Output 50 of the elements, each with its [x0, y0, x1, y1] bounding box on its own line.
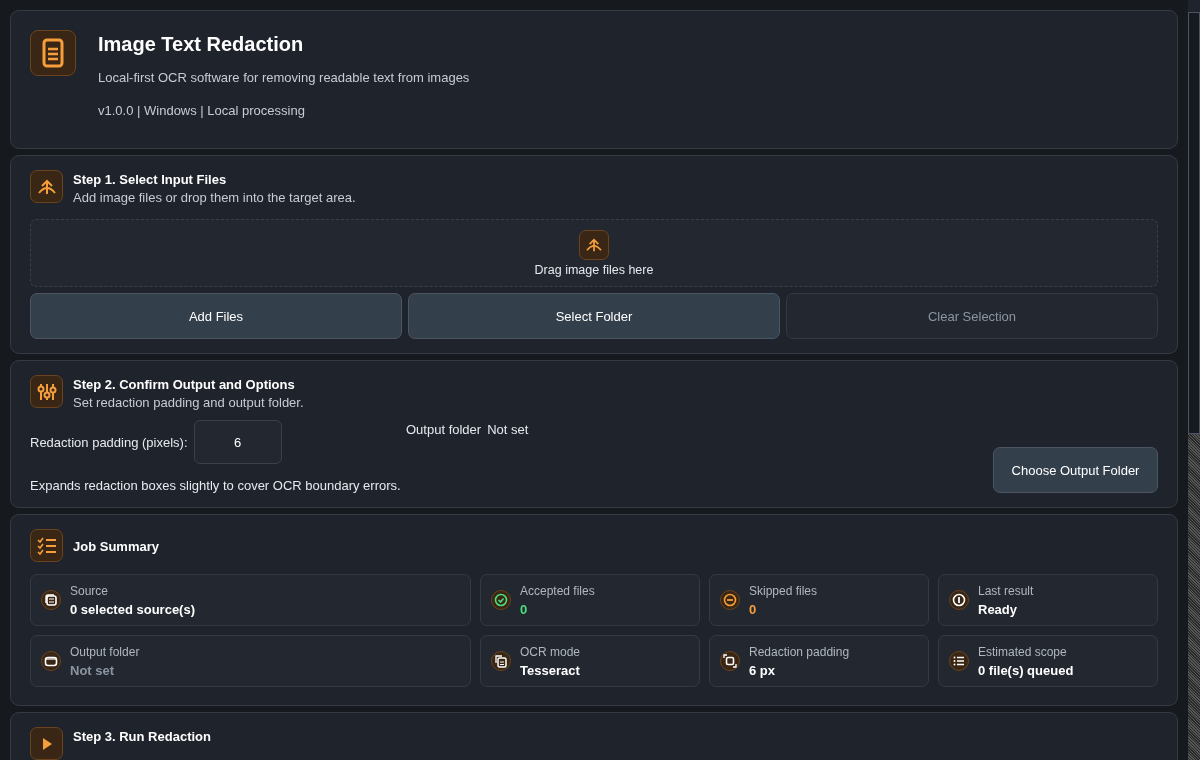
scrollbar[interactable] — [1188, 0, 1200, 760]
drop-zone-text: Drag image files here — [534, 262, 654, 277]
summary-value: Not set — [70, 662, 116, 678]
summary-title: Job Summary — [73, 539, 159, 554]
summary-label: Output folder — [70, 644, 140, 659]
stack-icon — [41, 590, 61, 610]
summary-label: Last result — [978, 583, 1034, 598]
check-circle-icon — [491, 590, 511, 610]
step-title: Step 3. Run Redaction — [73, 729, 211, 744]
checklist-icon — [30, 529, 63, 562]
summary-value: 0 file(s) queued — [978, 662, 1074, 678]
output-folder-value: Not set — [487, 422, 529, 439]
drop-zone[interactable]: Drag image files here — [30, 219, 1158, 287]
padding-input[interactable]: 6 — [193, 420, 282, 464]
summary-value: Ready — [978, 601, 1019, 617]
summary-value: Tesseract — [520, 662, 581, 678]
app-subtitle: Local-first OCR software for removing readable text from images — [98, 70, 470, 85]
summary-label: Estimated scope — [978, 644, 1068, 659]
play-icon — [30, 727, 63, 760]
upload-icon — [579, 229, 609, 260]
upload-icon — [30, 170, 63, 203]
step-description: Set redaction padding and output folder. — [73, 395, 304, 410]
page-icon — [491, 651, 511, 671]
help-text: Expands redaction boxes slightly to cover OCR boundary errors. — [30, 478, 402, 493]
step-title: Step 2. Confirm Output and Options — [73, 377, 296, 392]
sliders-icon — [30, 375, 63, 408]
minus-circle-icon — [720, 590, 740, 610]
summary-value: 0 selected source(s) — [70, 601, 195, 617]
version-info: v1.0.0 | Windows | Local processing — [98, 103, 306, 118]
summary-value: 0 — [749, 601, 758, 617]
action-button[interactable]: Add Files — [30, 293, 402, 339]
summary-value: 0 — [520, 601, 529, 617]
summary-label: Redaction padding — [749, 644, 850, 659]
document-icon — [30, 30, 76, 76]
padding-label: Redaction padding (pixels): — [30, 434, 188, 450]
folder-icon — [41, 651, 61, 671]
summary-label: Skipped files — [749, 583, 818, 598]
action-button[interactable]: Select Folder — [408, 293, 780, 339]
choose-folder-button[interactable]: Choose Output Folder — [993, 447, 1158, 493]
step-title: Step 1. Select Input Files — [73, 172, 228, 187]
summary-label: OCR mode — [520, 644, 581, 659]
output-folder-label: Output folder — [406, 422, 482, 439]
app-title: Image Text Redaction — [98, 33, 305, 56]
summary-value: 6 px — [749, 662, 776, 678]
summary-label: Accepted files — [520, 583, 595, 598]
step-description: Add image files or drop them into the target area. — [73, 190, 356, 205]
info-icon — [949, 590, 969, 610]
crop-icon — [720, 651, 740, 671]
summary-label: Source — [70, 583, 110, 598]
list-icon — [949, 651, 969, 671]
